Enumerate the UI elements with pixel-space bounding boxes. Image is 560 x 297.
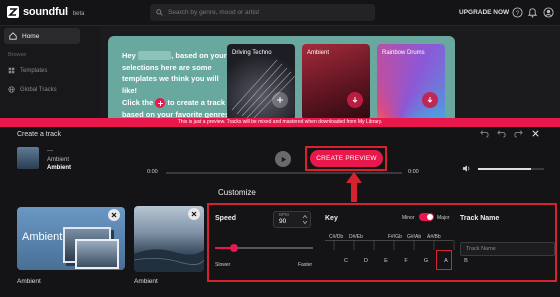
- volume-icon[interactable]: [462, 164, 471, 173]
- help-icon[interactable]: ?: [512, 7, 523, 18]
- minor-label: Minor: [402, 215, 415, 221]
- template-card-ambient[interactable]: Ambient: [302, 44, 370, 120]
- plus-icon: [277, 97, 283, 103]
- bpm-value: 90: [279, 218, 287, 225]
- sidebar-section-title: Browse: [8, 52, 27, 58]
- play-button[interactable]: [275, 151, 291, 167]
- grid-icon: [8, 67, 15, 74]
- template-card-rainbow-drums[interactable]: Rainbow Drums: [377, 44, 445, 120]
- search-bar[interactable]: [150, 4, 375, 21]
- promo-hey: Hey: [122, 51, 136, 60]
- redo-icon[interactable]: [514, 129, 523, 138]
- search-icon: [156, 9, 163, 16]
- blurred-username: xxxxxxxx: [137, 51, 172, 60]
- genre-label: Ambient: [17, 278, 41, 285]
- speed-slider-thumb[interactable]: [229, 244, 238, 252]
- stepper-arrows-icon[interactable]: [302, 214, 308, 225]
- upgrade-now-link[interactable]: UPGRADE NOW: [459, 9, 509, 16]
- logo-text: soundful: [23, 6, 68, 18]
- play-icon: [281, 156, 286, 162]
- template-card-label: Ambient: [307, 50, 330, 56]
- download-template-button[interactable]: [422, 92, 438, 108]
- download-icon: [427, 97, 433, 103]
- beta-badge: beta: [72, 10, 85, 17]
- track-name-input[interactable]: [460, 242, 555, 256]
- promo-click: Click the: [122, 98, 154, 107]
- key-f[interactable]: F: [401, 258, 411, 264]
- track-genre: Ambient: [47, 157, 70, 163]
- key-b[interactable]: B: [461, 258, 471, 264]
- playback-progress-bar[interactable]: [166, 172, 402, 174]
- genre-card-art-front: [75, 239, 119, 269]
- time-total: 0:00: [408, 169, 419, 175]
- sidebar-item-templates[interactable]: Templates: [8, 67, 47, 74]
- selected-key-highlight: [436, 250, 452, 270]
- undo-icon[interactable]: [480, 129, 489, 138]
- time-elapsed: 0:00: [147, 169, 158, 175]
- key-c[interactable]: C: [341, 258, 351, 264]
- download-icon: [352, 97, 358, 103]
- bell-icon[interactable]: [527, 7, 538, 18]
- template-card-label: Driving Techno: [232, 50, 272, 56]
- speed-label: Speed: [215, 215, 237, 222]
- toggle-knob: [427, 214, 433, 220]
- remove-genre-button[interactable]: [188, 208, 200, 220]
- download-template-button[interactable]: [347, 92, 363, 108]
- annotation-arrow-icon: [346, 172, 362, 202]
- track-name-label: Track Name: [460, 215, 500, 222]
- promo-text: Hey xxxxxxxx, based on your selections h…: [122, 50, 230, 96]
- modal-title: Create a track: [17, 131, 61, 138]
- plus-icon: [155, 98, 166, 109]
- slower-label: Slower: [215, 262, 231, 268]
- genre-card-title: Ambient: [22, 231, 63, 243]
- key-g[interactable]: G: [421, 258, 431, 264]
- logo[interactable]: soundful beta: [6, 5, 85, 19]
- customize-heading: Customize: [218, 188, 256, 197]
- promo-instruction: Click the to create a track based on you…: [122, 97, 230, 120]
- key-e[interactable]: E: [381, 258, 391, 264]
- modal-actions: [480, 129, 540, 138]
- genre-label: Ambient: [134, 278, 158, 285]
- ocean-art-icon: [134, 249, 204, 272]
- globe-icon: [8, 86, 15, 93]
- sidebar-item-label: Home: [22, 32, 40, 40]
- faster-label: Faster: [298, 262, 313, 268]
- add-template-button[interactable]: [272, 92, 288, 108]
- volume-slider-fill: [478, 168, 531, 170]
- bpm-label: BPM: [279, 212, 289, 217]
- preview-notice-banner: This is just a preview. Tracks will be m…: [0, 118, 560, 127]
- close-icon[interactable]: [531, 129, 540, 138]
- undo-all-icon[interactable]: [497, 129, 506, 138]
- track-title: Ambient: [47, 165, 71, 171]
- close-icon: [191, 211, 197, 217]
- sidebar-item-home[interactable]: Home: [4, 28, 80, 44]
- svg-text:?: ?: [516, 10, 520, 17]
- sidebar-item-label: Templates: [20, 67, 48, 74]
- create-preview-button[interactable]: CREATE PREVIEW: [310, 150, 383, 167]
- remove-genre-button[interactable]: [108, 209, 120, 221]
- track-placeholder: ---: [47, 148, 53, 154]
- account-icon[interactable]: [543, 7, 554, 18]
- template-card-label: Rainbow Drums: [382, 50, 425, 56]
- recommendation-banner: Hey xxxxxxxx, based on your selections h…: [108, 36, 455, 128]
- soundful-logo-icon: [7, 6, 19, 18]
- template-card-driving-techno[interactable]: Driving Techno: [227, 44, 295, 120]
- sidebar-item-global-tracks[interactable]: Global Tracks: [8, 86, 57, 93]
- key-label: Key: [325, 215, 338, 222]
- key-d[interactable]: D: [361, 258, 371, 264]
- sidebar-item-label: Global Tracks: [20, 86, 57, 93]
- home-icon: [9, 32, 17, 40]
- track-thumbnail: [17, 147, 39, 169]
- major-label: Major: [437, 215, 450, 221]
- close-icon: [111, 212, 117, 218]
- search-input[interactable]: [168, 9, 358, 16]
